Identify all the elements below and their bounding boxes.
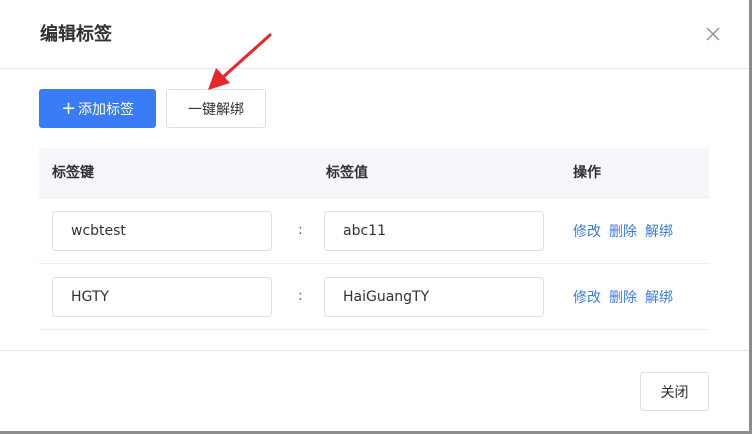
add-tag-label: 添加标签 (78, 101, 135, 118)
dialog-header: 编辑标签 (0, 0, 749, 69)
header-tag-value: 标签值 (326, 165, 368, 181)
tag-key-input[interactable] (52, 211, 272, 251)
close-button[interactable]: 关闭 (640, 372, 709, 411)
unbind-all-label: 一键解绑 (188, 101, 244, 118)
row-actions: 修改 删除 解绑 (573, 287, 681, 307)
delete-link[interactable]: 删除 (609, 290, 637, 306)
delete-link[interactable]: 删除 (609, 224, 637, 240)
plus-icon: + (60, 97, 77, 119)
unbind-link[interactable]: 解绑 (645, 224, 673, 240)
dialog-title: 编辑标签 (40, 24, 112, 45)
edit-tags-dialog: 编辑标签 + 添加标签 一键解绑 标签键 标签值 操作 : 修改删除解绑 : 修… (0, 0, 752, 434)
close-button-label: 关闭 (660, 384, 689, 401)
unbind-link[interactable]: 解绑 (645, 290, 673, 306)
tag-value-input[interactable] (324, 211, 544, 251)
unbind-all-button[interactable]: 一键解绑 (166, 89, 266, 128)
add-tag-button[interactable]: + 添加标签 (39, 89, 156, 128)
tag-value-input[interactable] (324, 277, 544, 317)
close-icon[interactable] (703, 24, 723, 44)
table-row: : 修改删除解绑 (39, 264, 709, 330)
row-actions: 修改 删除 解绑 (573, 221, 681, 241)
tag-key-input[interactable] (52, 277, 272, 317)
edit-link[interactable]: 修改 (573, 290, 601, 306)
edit-link[interactable]: 修改 (573, 224, 601, 240)
header-tag-key: 标签键 (52, 165, 94, 181)
key-value-separator: : (298, 288, 303, 304)
header-actions: 操作 (573, 165, 601, 181)
footer-divider (0, 350, 749, 351)
table-header: 标签键 标签值 操作 (39, 148, 709, 198)
table-row: : 修改删除解绑 (39, 198, 709, 264)
key-value-separator: : (298, 222, 303, 238)
